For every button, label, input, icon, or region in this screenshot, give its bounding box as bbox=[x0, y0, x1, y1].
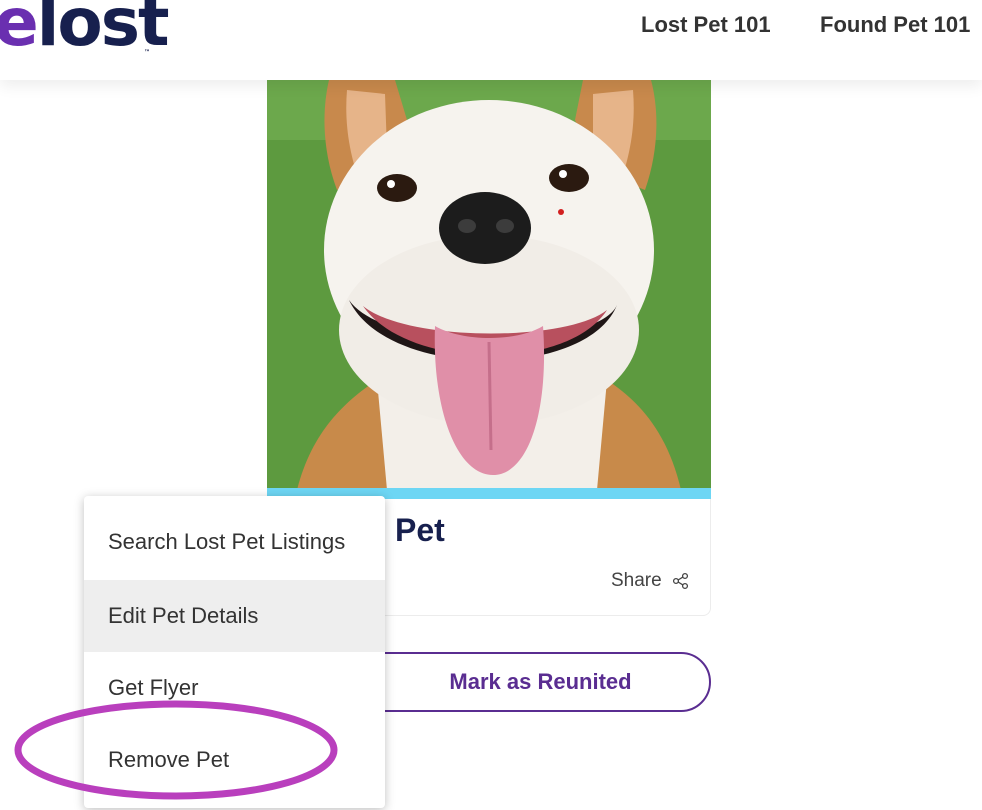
share-button[interactable]: Share bbox=[611, 570, 690, 592]
menu-item-remove-pet[interactable]: Remove Pet bbox=[84, 724, 385, 796]
pet-title: Pet bbox=[395, 512, 445, 548]
menu-item-edit-pet-details[interactable]: Edit Pet Details bbox=[84, 580, 385, 652]
logo-accent: e bbox=[0, 0, 39, 61]
share-label: Share bbox=[611, 570, 662, 591]
menu-item-get-flyer[interactable]: Get Flyer bbox=[84, 652, 385, 724]
nav-lost-pet-101[interactable]: Lost Pet 101 bbox=[641, 12, 771, 38]
pet-actions-menu: Search Lost Pet Listings Edit Pet Detail… bbox=[84, 496, 385, 808]
logo-trademark: ™ bbox=[144, 49, 150, 56]
dog-illustration bbox=[267, 80, 711, 490]
share-icon bbox=[672, 572, 688, 590]
menu-item-search-lost-pet-listings[interactable]: Search Lost Pet Listings bbox=[84, 496, 385, 580]
nav-found-pet-101[interactable]: Found Pet 101 bbox=[820, 12, 970, 38]
site-logo[interactable]: elost ™ bbox=[0, 0, 170, 56]
app-root: elost ™ Lost Pet 101 Found Pet 101 Pet S… bbox=[0, 0, 982, 810]
top-header: elost ™ Lost Pet 101 Found Pet 101 bbox=[0, 0, 982, 80]
pet-photo bbox=[267, 80, 711, 490]
